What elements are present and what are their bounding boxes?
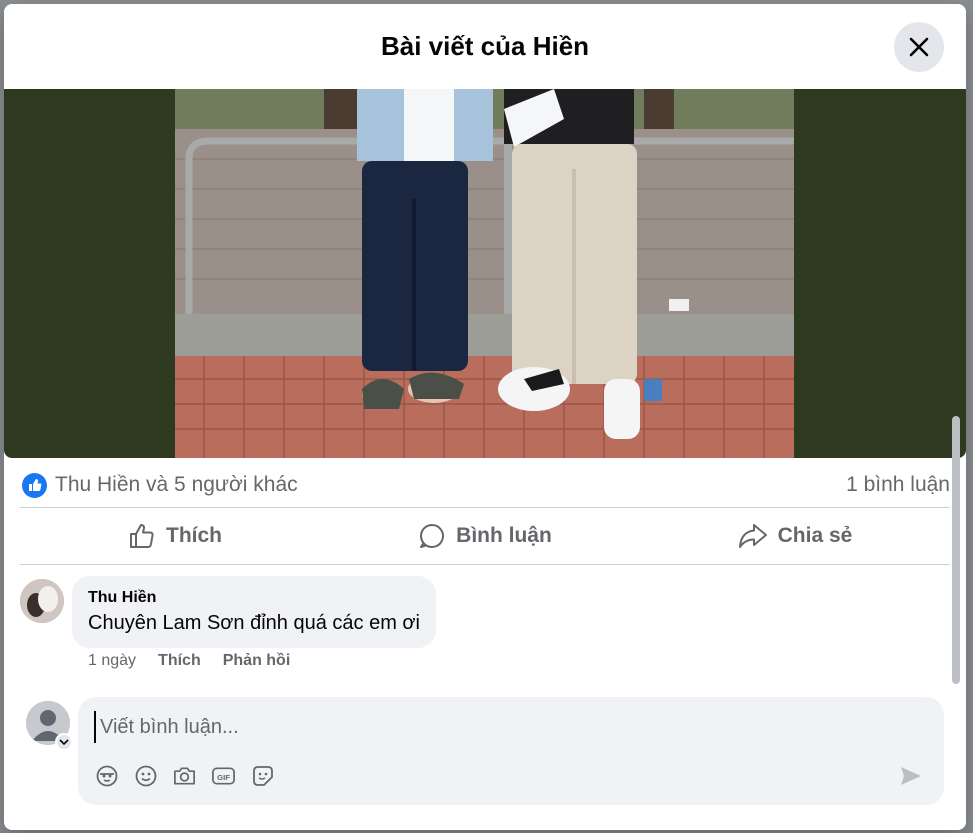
scrollbar[interactable] <box>952 416 960 684</box>
comment-button[interactable]: Bình luận <box>330 513 640 559</box>
reactions-summary[interactable]: Thu Hiền và 5 người khác <box>22 472 298 498</box>
share-label: Chia sẻ <box>777 524 853 547</box>
dialog-title: Bài viết của Hiền <box>380 31 590 61</box>
reactions-row: Thu Hiền và 5 người khác 1 bình luận <box>22 470 950 500</box>
svg-text:GIF: GIF <box>217 772 230 781</box>
comment-like-link[interactable]: Thích <box>158 652 201 670</box>
close-button[interactable] <box>894 22 944 72</box>
camera-icon[interactable] <box>172 763 197 788</box>
close-icon <box>909 37 929 57</box>
comment-reply-link[interactable]: Phản hồi <box>223 652 291 670</box>
like-button[interactable]: Thích <box>20 513 330 559</box>
like-label: Thích <box>166 524 222 547</box>
comment-label: Bình luận <box>456 524 552 547</box>
post-dialog: Bài viết của Hiền Thu Hiền và 5 người kh… <box>4 4 966 830</box>
composer-tools: GIF <box>94 763 275 788</box>
avatar-sticker-icon[interactable] <box>94 763 119 788</box>
comment-item: Thu Hiền Chuyên Lam Sơn đỉnh quá các em … <box>20 576 950 686</box>
comment-composer: GIF <box>78 697 944 805</box>
chevron-down-icon[interactable] <box>55 733 73 751</box>
sticker-icon[interactable] <box>250 763 275 788</box>
share-arrow-icon <box>738 524 767 548</box>
thumbs-up-icon <box>130 524 154 548</box>
comments-count[interactable]: 1 bình luận <box>846 473 950 497</box>
photo-scene <box>175 89 794 458</box>
send-icon[interactable] <box>898 763 924 789</box>
comment-input[interactable] <box>94 711 914 743</box>
comment-author[interactable]: Thu Hiền <box>88 588 420 608</box>
dialog-header: Bài viết của Hiền <box>4 4 966 90</box>
commenter-avatar[interactable] <box>20 579 64 623</box>
emoji-icon[interactable] <box>133 763 158 788</box>
action-bar: Thích Bình luận Chia sẻ <box>20 507 950 565</box>
comment-text: Chuyên Lam Sơn đỉnh quá các em ơi <box>88 612 420 634</box>
comment-time[interactable]: 1 ngày <box>88 652 136 670</box>
comment-bubble-icon <box>420 523 445 548</box>
comment-bubble: Thu Hiền Chuyên Lam Sơn đỉnh quá các em … <box>72 576 436 648</box>
post-photo[interactable] <box>4 89 966 458</box>
gif-icon[interactable]: GIF <box>211 763 236 788</box>
like-reaction-icon <box>22 472 47 498</box>
share-button[interactable]: Chia sẻ <box>640 513 950 559</box>
reactions-text: Thu Hiền và 5 người khác <box>55 473 298 496</box>
comment-meta: 1 ngày Thích Phản hồi <box>88 652 290 670</box>
